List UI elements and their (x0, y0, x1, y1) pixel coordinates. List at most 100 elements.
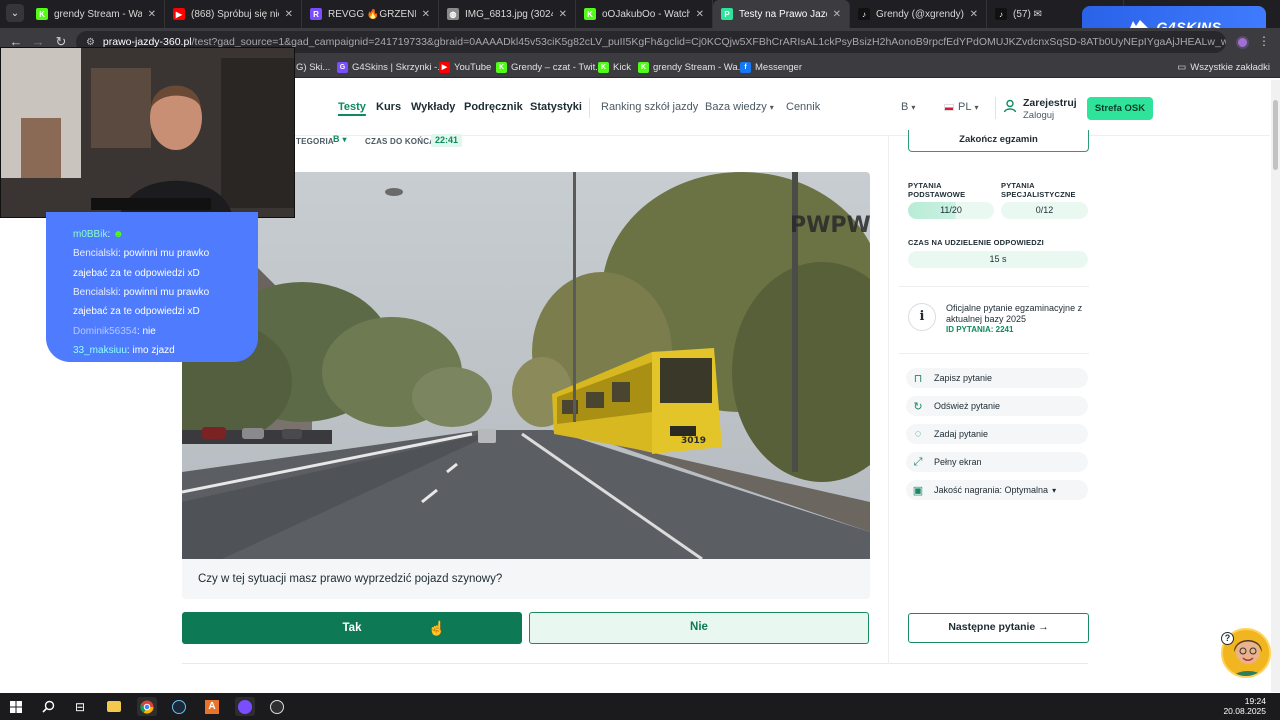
browser-tab[interactable]: ◍ IMG_6813.jpg (3024×403 ✕ (439, 0, 576, 28)
close-tab-icon[interactable]: ✕ (696, 9, 704, 20)
nav-cennik[interactable]: Cennik (786, 101, 820, 113)
bookmark-icon: ⊓ (913, 372, 923, 385)
profile-avatar[interactable] (1236, 36, 1249, 49)
exam-category-value: B (333, 134, 340, 144)
video-quality-icon: ▣ (912, 484, 924, 497)
nav-testy[interactable]: Testy (338, 101, 366, 113)
bookmark-item[interactable]: G) Ski... (296, 56, 330, 78)
language-selector[interactable]: PL ▾ (944, 101, 978, 113)
browser-tab[interactable]: ▶ (868) Spróbuj się nie zaśm ✕ (165, 0, 302, 28)
poland-flag-icon (944, 103, 954, 111)
globe-icon: ◍ (447, 8, 459, 20)
login-link[interactable]: Zaloguj (1023, 110, 1054, 121)
tab-title: IMG_6813.jpg (3024×403 (465, 8, 553, 20)
app-a-icon[interactable]: A (202, 697, 222, 716)
nav-statystyki[interactable]: Statystyki (530, 101, 582, 113)
question-video[interactable]: 3019 PWPW (182, 172, 870, 559)
bookmark-label: YouTube (454, 61, 492, 73)
close-tab-icon[interactable]: ✕ (970, 9, 978, 20)
chat-username: 33_maksiuu (73, 345, 127, 356)
browser-tab[interactable]: KoOJakubOo - Watch clips ✕ (576, 0, 713, 28)
page-scrollbar[interactable] (1271, 80, 1280, 692)
chat-message: Dominik56354: nie (73, 326, 156, 337)
next-question-button[interactable]: Następne pytanie → (908, 613, 1089, 643)
spec-label-line2: SPECJALISTYCZNE (1001, 190, 1076, 199)
browser-menu-icon[interactable]: ⋮ (1258, 34, 1270, 48)
bookmark-item[interactable]: G G4Skins | Skrzynki -... (337, 56, 445, 78)
specialist-questions-label: PYTANIA SPECJALISTYCZNE (1001, 181, 1076, 199)
tab-title: oOJakubOo - Watch clips (602, 8, 690, 20)
close-tab-icon[interactable]: ✕ (285, 9, 293, 20)
g4skins-app-icon[interactable] (235, 697, 255, 716)
time-left-label: CZAS DO KOŃCA (365, 137, 436, 146)
all-bookmarks-button[interactable]: ▭ Wszystkie zakładki (1177, 56, 1270, 78)
close-tab-icon[interactable]: ✕ (833, 9, 841, 20)
category-selector[interactable]: B ▾ (901, 101, 915, 113)
search-icon[interactable] (38, 697, 58, 716)
exam-category-select[interactable]: B ▾ (333, 134, 347, 144)
browser-tab[interactable]: R REVGG 🔥GRZENIU I TINA ✕ (302, 0, 439, 28)
chat-text: imo zjazd (132, 345, 175, 356)
question-action[interactable]: ▣ Jakość nagrania: Optymalna ▾ (906, 480, 1088, 500)
bookmark-item[interactable]: Kgrendy Stream - Wa... (638, 56, 746, 78)
windows-start-icon[interactable] (6, 697, 26, 716)
chat-text: nie (142, 326, 156, 337)
bookmark-item[interactable]: f Messenger (740, 56, 802, 78)
bookmark-favicon-icon: G (337, 61, 348, 73)
steam-icon[interactable] (169, 697, 189, 716)
bookmark-label: grendy Stream - Wa... (653, 61, 746, 73)
answer-tak-button[interactable]: Tak (182, 612, 522, 644)
task-view-icon[interactable]: ⊟ (70, 697, 90, 716)
tab-search-button[interactable]: ⌄ (6, 4, 24, 22)
end-exam-button[interactable]: Zakończ egzamin (908, 130, 1089, 152)
panel-divider (899, 286, 1089, 287)
tab-title: (868) Spróbuj się nie zaśm (191, 8, 279, 20)
strefa-osk-button[interactable]: Strefa OSK (1087, 97, 1153, 120)
close-tab-icon[interactable]: ✕ (559, 9, 567, 20)
chevron-down-icon: ▾ (974, 103, 979, 112)
nav-ranking[interactable]: Ranking szkół jazdy (601, 101, 698, 113)
help-icon[interactable]: ? (1221, 632, 1234, 645)
nav-podrecznik[interactable]: Podręcznik (464, 101, 523, 113)
bookmark-item[interactable]: K Grendy – czat - Twit... (496, 56, 603, 78)
fullscreen-icon: ⤢ (913, 455, 923, 468)
chevron-down-icon: ▾ (1052, 485, 1057, 495)
windows-taskbar: ⊟ A 19:24 20.08.2025 (0, 693, 1280, 720)
user-icon (1003, 99, 1017, 113)
basic-label-line2: PODSTAWOWE (908, 190, 966, 199)
browser-tab[interactable]: P Testy na Prawo Jazdy 202 ✕ (713, 0, 850, 28)
bookmark-label: Messenger (755, 61, 802, 73)
language-label: PL (958, 101, 972, 113)
nav-kurs[interactable]: Kurs (376, 101, 401, 113)
nav-baza-wiedzy[interactable]: Baza wiedzy ▾ (705, 101, 774, 113)
chat-username: Bencialski (73, 287, 119, 298)
bookmark-item[interactable]: K Kick (598, 56, 631, 78)
obs-icon[interactable] (267, 697, 287, 716)
file-explorer-icon[interactable] (104, 697, 124, 716)
close-tab-icon[interactable]: ✕ (422, 9, 430, 20)
chevron-down-icon: ▾ (769, 103, 774, 112)
answer-nie-button[interactable]: Nie (529, 612, 869, 644)
close-tab-icon[interactable]: ✕ (148, 9, 156, 20)
scrollbar-thumb[interactable] (1273, 100, 1278, 170)
bookmark-item[interactable]: ▶ YouTube (439, 56, 491, 78)
question-action[interactable]: ↻ Odśwież pytanie (906, 396, 1088, 416)
tab-title: Testy na Prawo Jazdy 202 (739, 8, 827, 20)
bookmark-label: G) Ski... (296, 61, 331, 73)
browser-tab[interactable]: Kgrendy Stream - Watch Li ✕ (28, 0, 165, 28)
question-action[interactable]: ◌ Zadaj pytanie (906, 424, 1088, 444)
chrome-icon[interactable] (137, 697, 157, 716)
nav-wyklady[interactable]: Wykłady (411, 101, 455, 113)
sidebar-divider (888, 136, 889, 664)
bookmark-label: Grendy – czat - Twit... (511, 61, 604, 73)
taskbar-clock[interactable]: 19:24 20.08.2025 (1223, 696, 1266, 716)
register-link[interactable]: Zarejestruj (1023, 97, 1077, 109)
question-action[interactable]: ⊓ Zapisz pytanie (906, 368, 1088, 388)
chat-username: Dominik56354 (73, 326, 137, 337)
chevron-down-icon: ▾ (911, 103, 916, 112)
question-action[interactable]: ⤢ Pełny ekran (906, 452, 1088, 472)
category-selector-label: B (901, 101, 909, 113)
hand-cursor-icon: ☝ (428, 620, 446, 636)
browser-tab[interactable]: ♪ Grendy (@xgrendy) | TikT ✕ (850, 0, 987, 28)
clock-time: 19:24 (1244, 696, 1266, 706)
